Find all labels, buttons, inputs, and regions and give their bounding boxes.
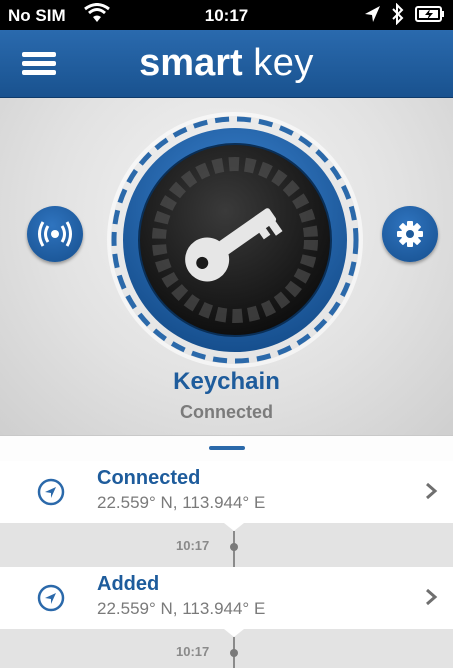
location-arrow-icon (363, 4, 381, 29)
device-panel: Keychain Connected (0, 98, 453, 435)
navigation-bar: smart key (0, 30, 453, 98)
broadcast-signal-icon (38, 221, 72, 247)
connection-dial[interactable] (103, 108, 367, 372)
timeline-marker (224, 629, 244, 668)
event-time: 10:17 (176, 644, 210, 659)
event-coordinates: 22.559° N, 113.944° E (97, 493, 266, 512)
find-device-button[interactable] (27, 206, 83, 262)
device-name: Keychain (173, 368, 280, 395)
chevron-right-icon (426, 482, 438, 500)
bluetooth-icon (391, 2, 405, 30)
timeline-divider: 10:17 (0, 523, 453, 567)
timeline-divider: 10:17 (0, 629, 453, 668)
device-status: Connected (179, 402, 273, 422)
app-logo: smart key (0, 42, 453, 85)
logo-text-light: key (253, 42, 314, 84)
battery-icon (415, 5, 445, 28)
status-bar: No SIM 10:17 (0, 0, 453, 30)
compass-icon (37, 584, 65, 612)
event-coordinates: 22.559° N, 113.944° E (97, 599, 266, 618)
logo-text-bold: smart (139, 42, 243, 84)
event-row[interactable]: Connected 22.559° N, 113.944° E (0, 461, 453, 523)
event-title: Connected (97, 467, 201, 489)
gear-icon (397, 221, 423, 247)
drawer-handle-bar[interactable] (0, 435, 453, 461)
event-title: Added (97, 573, 160, 595)
compass-icon (37, 478, 65, 506)
timeline-marker (224, 523, 244, 567)
settings-button[interactable] (382, 206, 438, 262)
chevron-right-icon (426, 588, 438, 606)
drawer-handle[interactable] (209, 446, 245, 450)
status-right (363, 2, 445, 30)
event-row[interactable]: Added 22.559° N, 113.944° E (0, 567, 453, 629)
event-time: 10:17 (176, 538, 210, 553)
